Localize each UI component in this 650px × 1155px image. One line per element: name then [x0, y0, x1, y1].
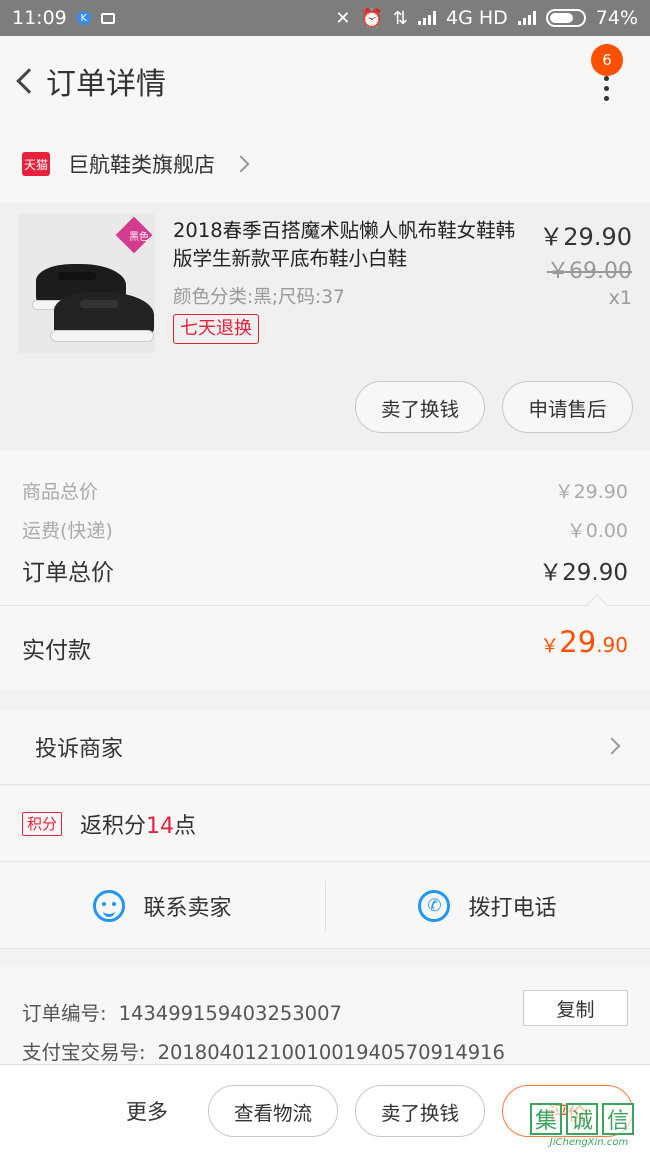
color-tag-label: 黑色: [129, 232, 149, 243]
paid-currency: ￥: [540, 635, 560, 657]
bottom-action-bar: 更多 查看物流 卖了换钱 评价 集 诚 信 JiChengXin.com: [0, 1064, 650, 1155]
order-number-label: 订单编号:: [22, 1002, 107, 1025]
order-total-value: ￥29.90: [539, 560, 628, 586]
product-price: ￥29.90: [539, 223, 632, 251]
alipay-number-row: 支付宝交易号: 20180401210010019405709​14916: [22, 1036, 505, 1065]
price-summary: 商品总价 ￥29.90 运费(快递) ￥0.00 订单总价 ￥29.90 实付款…: [0, 451, 650, 691]
status-bar: 11:09 K ✕ ⏰ ⇅ 4G HD 74%: [0, 0, 650, 36]
vertical-dots-icon: [604, 76, 609, 101]
k-app-icon: K: [76, 11, 91, 25]
product-card: 黑色 2018春季百搭魔术贴懒人帆布鞋女鞋韩版学生新款平底布鞋小白鞋 颜色分类:…: [0, 203, 650, 451]
message-icon: [100, 12, 115, 24]
store-row[interactable]: 天猫 巨航鞋类旗舰店: [0, 125, 650, 203]
call-phone-label: 拨打电话: [468, 895, 557, 921]
more-menu-button[interactable]: 6: [591, 44, 632, 114]
paid-label: 实付款: [22, 638, 91, 664]
alipay-number-label: 支付宝交易号:: [22, 1041, 146, 1064]
points-prefix: 返积分: [80, 813, 147, 839]
view-logistics-button[interactable]: 查看物流: [208, 1085, 338, 1137]
points-row: 积分 返积分14点: [0, 786, 650, 862]
goods-total-row: 商品总价 ￥29.90: [22, 477, 628, 504]
points-amount: 14: [146, 813, 175, 839]
shipping-row: 运费(快递) ￥0.00: [22, 516, 628, 543]
shoe-strap: [58, 272, 96, 280]
paid-integer: 29: [559, 625, 597, 659]
network-type: 4G HD: [445, 7, 508, 29]
return-policy-tag: 七天退换: [173, 314, 259, 344]
points-text: 返积分14点: [80, 808, 196, 840]
goods-total-label: 商品总价: [22, 481, 99, 503]
page-title: 订单详情: [46, 66, 166, 102]
phone-icon: ✆: [418, 889, 451, 922]
more-button[interactable]: 更多: [126, 1096, 168, 1126]
complain-merchant-row[interactable]: 投诉商家: [0, 709, 650, 785]
paid-amount: ￥29.90: [540, 625, 628, 659]
order-number-row: 订单编号: 143499159403253007: [22, 997, 342, 1026]
title-bar: 订单详情 6: [0, 36, 650, 125]
goods-total-value: ￥29.90: [554, 481, 628, 503]
contact-seller-button[interactable]: 联系卖家: [0, 863, 325, 948]
shoe-strap: [80, 300, 118, 308]
tmall-icon: 天猫: [22, 152, 50, 176]
points-suffix: 点: [174, 813, 197, 839]
battery-icon: [545, 9, 586, 27]
original-price: ￥69.00: [547, 259, 632, 284]
divider: [0, 605, 650, 606]
contact-seller-label: 联系卖家: [143, 895, 232, 921]
watermark-logo: 集 诚 信 JiChengXin.com: [530, 1103, 648, 1155]
data-arrows-icon: ⇅: [392, 7, 408, 29]
chat-face-icon: [93, 889, 126, 922]
sell-for-cash-button[interactable]: 卖了换钱: [355, 1085, 485, 1137]
complain-merchant-label: 投诉商家: [35, 736, 124, 762]
shipping-label: 运费(快递): [22, 520, 113, 542]
points-badge: 积分: [22, 811, 63, 836]
order-total-row: 订单总价 ￥29.90: [22, 553, 628, 587]
watermark-glyph: 信: [602, 1103, 634, 1135]
shipping-value: ￥0.00: [566, 520, 628, 542]
store-name: 巨航鞋类旗舰店: [68, 153, 215, 177]
notification-badge: 6: [591, 44, 623, 76]
contact-bar: 联系卖家 ✆ 拨打电话: [0, 863, 650, 949]
chevron-right-icon: [232, 155, 250, 173]
product-image[interactable]: 黑色: [18, 214, 155, 353]
order-total-label: 订单总价: [22, 560, 114, 586]
order-number: 143499159403253007: [118, 1002, 342, 1025]
signal-icon: [417, 11, 436, 25]
mute-icon: ✕: [335, 7, 351, 29]
battery-percent: 74%: [595, 7, 638, 29]
watermark-glyph: 集: [530, 1103, 562, 1135]
back-icon[interactable]: [4, 36, 44, 125]
chevron-right-icon: [603, 737, 621, 755]
after-sale-button[interactable]: 申请售后: [502, 381, 633, 433]
watermark-text: JiChengXin.com: [549, 1137, 629, 1148]
shoe-sole: [50, 330, 154, 342]
copy-button[interactable]: 复制: [523, 990, 628, 1026]
watermark-glyph: 诚: [566, 1103, 598, 1135]
product-name[interactable]: 2018春季百搭魔术贴懒人帆布鞋女鞋韩版学生新款平底布鞋小白鞋: [173, 217, 533, 273]
product-attributes: 颜色分类:黑;尺码:37: [173, 287, 345, 308]
order-info: 订单编号: 143499159403253007 复制 支付宝交易号: 201804…: [0, 967, 650, 1065]
product-quantity: x1: [608, 287, 632, 309]
caret-pointer: [587, 594, 607, 614]
sell-for-cash-button[interactable]: 卖了换钱: [355, 381, 485, 433]
signal-icon-2: [517, 11, 536, 25]
alarm-icon: ⏰: [360, 7, 383, 29]
status-time: 11:09: [12, 7, 67, 29]
paid-decimal: .90: [596, 633, 628, 657]
divider: [325, 881, 326, 931]
call-phone-button[interactable]: ✆ 拨打电话: [325, 863, 650, 948]
alipay-number: 20180401210010019405709​14916: [157, 1041, 505, 1064]
